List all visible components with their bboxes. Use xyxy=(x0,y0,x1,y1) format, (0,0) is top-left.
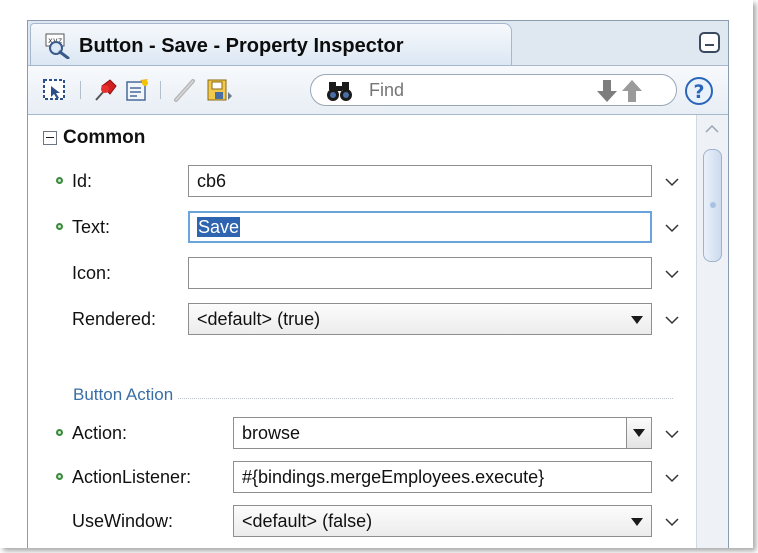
toolbar-separator xyxy=(160,81,161,99)
window-frame: xyz Button - Save - Property Inspector F… xyxy=(0,0,753,548)
property-row-usewindow: UseWindow: <default> (false) xyxy=(28,501,696,541)
properties-list: Common Id: cb6 Text: Save Icon: Rendered… xyxy=(28,115,696,548)
save-icon[interactable] xyxy=(206,78,232,102)
pin-icon[interactable] xyxy=(92,78,118,102)
property-row-rendered: Rendered: <default> (true) xyxy=(28,299,696,339)
actionlistener-field[interactable]: #{bindings.mergeEmployees.execute} xyxy=(233,461,652,493)
combo-value: browse xyxy=(242,423,301,443)
find-search-box[interactable] xyxy=(310,74,677,106)
arrow-up-icon[interactable] xyxy=(621,79,643,107)
property-label: Rendered: xyxy=(72,309,157,329)
select-value: <default> (true) xyxy=(197,309,321,329)
chevron-down-icon[interactable] xyxy=(664,173,680,192)
combo-dropdown-button[interactable] xyxy=(626,418,651,448)
text-field[interactable]: Save xyxy=(188,211,652,243)
panel-title-tab[interactable]: xyz Button - Save - Property Inspector xyxy=(30,23,512,65)
scroll-up-icon[interactable] xyxy=(703,121,721,140)
property-label: Icon: xyxy=(72,263,112,283)
property-inspector-icon: xyz xyxy=(44,33,74,63)
subsection-title: Button Action xyxy=(73,385,178,405)
icon-field[interactable] xyxy=(188,257,652,289)
property-label: UseWindow: xyxy=(72,511,174,531)
section-title: Common xyxy=(63,127,146,148)
scroll-grip xyxy=(710,202,716,208)
property-label: Id: xyxy=(72,171,93,191)
toolbar-separator xyxy=(80,81,81,99)
chevron-down-icon[interactable] xyxy=(664,469,680,488)
property-label: Text: xyxy=(72,217,111,237)
minimize-icon[interactable] xyxy=(699,32,720,53)
dropdown-arrow-icon[interactable] xyxy=(631,316,643,324)
arrow-down-icon[interactable] xyxy=(596,79,618,107)
find-input[interactable] xyxy=(369,80,569,100)
collapse-icon[interactable] xyxy=(43,131,57,145)
chevron-down-icon[interactable] xyxy=(664,219,680,238)
required-indicator-icon xyxy=(56,223,63,230)
property-row-id: Id: cb6 xyxy=(28,161,696,201)
help-icon[interactable]: ? xyxy=(684,76,714,110)
property-row-text: Text: Save xyxy=(28,207,696,247)
property-row-icon: Icon: xyxy=(28,253,696,293)
property-label: ActionListener: xyxy=(72,467,192,487)
property-inspector-panel: xyz Button - Save - Property Inspector F… xyxy=(27,20,729,548)
vertical-scrollbar[interactable] xyxy=(696,115,728,548)
required-indicator-icon xyxy=(56,177,63,184)
property-row-action: Action: browse xyxy=(28,413,696,453)
dropdown-arrow-icon[interactable] xyxy=(631,518,643,526)
chevron-down-icon[interactable] xyxy=(664,425,680,444)
id-field[interactable]: cb6 xyxy=(188,165,652,197)
chevron-down-icon[interactable] xyxy=(664,265,680,284)
svg-text:?: ? xyxy=(693,81,704,103)
chevron-down-icon[interactable] xyxy=(664,311,680,330)
section-common-header[interactable]: Common xyxy=(43,127,145,149)
select-component-icon[interactable] xyxy=(42,78,68,102)
subsection-button-action: Button Action xyxy=(73,385,673,407)
edit-properties-icon[interactable] xyxy=(124,78,150,102)
property-label: Action: xyxy=(72,423,128,443)
chevron-down-icon[interactable] xyxy=(664,513,680,532)
select-value: <default> (false) xyxy=(242,511,373,531)
toolbar: ? xyxy=(28,65,728,115)
pencil-icon[interactable] xyxy=(172,78,198,102)
required-indicator-icon xyxy=(56,429,63,436)
scrollbar-thumb[interactable] xyxy=(703,149,722,262)
dropdown-arrow-icon xyxy=(633,429,645,437)
rendered-select[interactable]: <default> (true) xyxy=(188,303,652,335)
required-indicator-icon xyxy=(56,473,63,480)
panel-title: Button - Save - Property Inspector xyxy=(79,35,404,57)
binoculars-icon[interactable] xyxy=(325,80,355,106)
selected-text: Save xyxy=(197,217,241,237)
usewindow-select[interactable]: <default> (false) xyxy=(233,505,652,537)
property-row-actionlistener: ActionListener: #{bindings.mergeEmployee… xyxy=(28,457,696,497)
action-combo[interactable]: browse xyxy=(233,417,652,449)
